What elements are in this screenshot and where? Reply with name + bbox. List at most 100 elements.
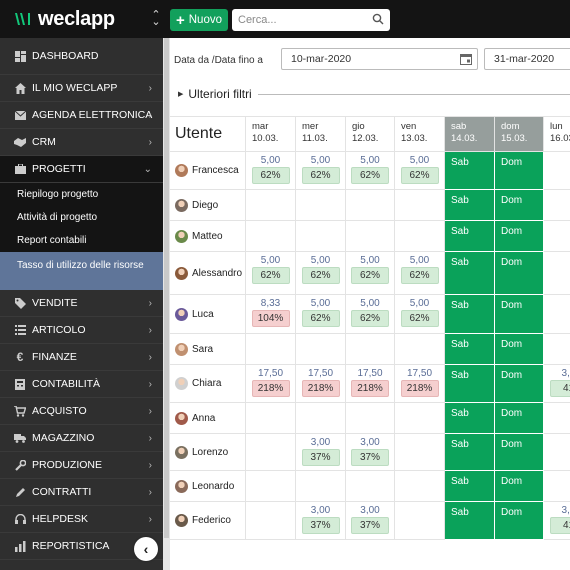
sidebar-item-articolo[interactable]: ARTICOLO › [0,317,164,344]
utilization-cell[interactable] [346,190,395,221]
sidebar-item-agenda-elettronica[interactable]: AGENDA ELETTRONICA › [0,102,164,129]
utilization-cell[interactable]: 5,00 62% [296,152,346,190]
utilization-cell[interactable]: 5,00 62% [296,252,346,295]
calendar-icon[interactable] [460,53,472,65]
date-from-field[interactable]: 10-mar-2020 [281,48,478,70]
utilization-cell[interactable]: 5,00 62% [346,295,395,334]
sidebar-item-contabilita[interactable]: CONTABILITÀ › [0,371,164,398]
table-row-user[interactable]: Francesca [170,152,246,190]
utilization-cell[interactable]: 3,341 [544,502,570,540]
utilization-cell[interactable] [296,471,346,502]
sidebar-item-progetti[interactable]: PROGETTI ⌄ [0,156,164,183]
table-row-user[interactable]: Federico [170,502,246,540]
utilization-cell[interactable] [395,502,445,540]
utilization-cell[interactable]: 5,00 62% [395,152,445,190]
utilization-cell[interactable]: 3,00 37% [346,434,395,471]
hours-value: 5,00 [409,155,430,166]
sidebar-subitem-attivita-di-progetto[interactable]: Attività di progetto [0,206,164,229]
weclapp-logo[interactable]: weclapp [14,8,115,30]
utilization-cell[interactable]: 8,33 104% [246,295,296,334]
table-row-user[interactable]: Alessandro [170,252,246,295]
utilization-cell[interactable] [296,190,346,221]
table-row-user[interactable]: Sara [170,334,246,365]
utilization-cell[interactable]: 17,50 218% [296,365,346,403]
utilization-cell[interactable] [246,221,296,252]
utilization-cell[interactable] [544,152,570,190]
utilization-cell[interactable]: 3,00 37% [296,434,346,471]
utilization-cell[interactable] [395,434,445,471]
utilization-cell[interactable]: 5,00 62% [246,152,296,190]
utilization-cell[interactable] [346,334,395,365]
utilization-cell[interactable]: 5,00 62% [246,252,296,295]
utilization-cell[interactable]: 5,00 62% [395,252,445,295]
utilization-cell[interactable]: 3,00 37% [346,502,395,540]
utilization-cell[interactable] [544,434,570,471]
utilization-cell[interactable] [395,471,445,502]
table-row-user[interactable]: Lorenzo [170,434,246,471]
table-row-user[interactable]: Matteo [170,221,246,252]
sidebar-item-finanze[interactable]: € FINANZE › [0,344,164,371]
utilization-cell[interactable]: 17,50 218% [395,365,445,403]
more-filters-toggle[interactable]: ▶ Ulteriori filtri [178,87,570,101]
utilization-cell[interactable] [544,252,570,295]
table-row-user[interactable]: Anna [170,403,246,434]
table-row-user[interactable]: Chiara [170,365,246,403]
sidebar-item-dashboard[interactable]: DASHBOARD [0,38,164,75]
sidebar-item-contratti[interactable]: CONTRATTI › [0,479,164,506]
search-icon[interactable] [372,13,384,25]
utilization-cell[interactable] [296,221,346,252]
utilization-cell[interactable]: 3,341 [544,365,570,403]
search-input[interactable] [238,14,368,26]
table-row-user[interactable]: Leonardo [170,471,246,502]
utilization-cell[interactable]: 5,00 62% [395,295,445,334]
utilization-cell[interactable]: 5,00 62% [346,152,395,190]
utilization-cell[interactable] [395,403,445,434]
sidebar-item-vendite[interactable]: VENDITE › [0,290,164,317]
collapse-sidebar-button[interactable]: ‹ [134,537,158,561]
utilization-cell[interactable]: 17,50 218% [246,365,296,403]
utilization-cell[interactable] [544,295,570,334]
sidebar-item-magazzino[interactable]: MAGAZZINO › [0,425,164,452]
expand-collapse-icon[interactable]: ⌃ ⌄ [151,10,161,28]
utilization-cell[interactable] [346,221,395,252]
utilization-cell[interactable] [246,190,296,221]
sidebar-subitem-riepilogo-progetto[interactable]: Riepilogo progetto [0,183,164,206]
utilization-cell[interactable] [246,403,296,434]
utilization-cell[interactable]: 5,00 62% [346,252,395,295]
sidebar-item-crm[interactable]: CRM › [0,129,164,156]
utilization-cell[interactable]: 5,00 62% [296,295,346,334]
utilization-cell[interactable] [544,334,570,365]
sidebar-scrollbar-thumb[interactable] [164,38,169,538]
utilization-cell[interactable] [544,471,570,502]
utilization-cell[interactable] [544,190,570,221]
utilization-cell[interactable] [246,502,296,540]
utilization-cell[interactable] [296,334,346,365]
weekend-cell: Sab [445,334,495,365]
utilization-cell[interactable] [395,221,445,252]
table-row-user[interactable]: Luca [170,295,246,334]
sidebar-item-acquisto[interactable]: ACQUISTO › [0,398,164,425]
sidebar-scrollbar[interactable] [163,38,170,570]
table-row-user[interactable]: Diego [170,190,246,221]
utilization-cell[interactable] [395,190,445,221]
utilization-cell[interactable] [246,434,296,471]
sidebar-subitem-report-contabili[interactable]: Report contabili [0,229,164,252]
utilization-cell[interactable] [544,221,570,252]
utilization-cell[interactable] [296,403,346,434]
utilization-cell[interactable]: 3,00 37% [296,502,346,540]
chart-icon [14,540,26,552]
utilization-cell[interactable]: 17,50 218% [346,365,395,403]
date-to-field[interactable]: 31-mar-2020 [484,48,570,70]
calculator-icon [14,378,26,390]
utilization-cell[interactable] [346,471,395,502]
utilization-cell[interactable] [346,403,395,434]
utilization-cell[interactable] [544,403,570,434]
sidebar-item-helpdesk[interactable]: HELPDESK › [0,506,164,533]
new-button[interactable]: + Nuovo [170,9,228,31]
sidebar-item-il-mio-weclapp[interactable]: IL MIO WECLAPP › [0,75,164,102]
sidebar-subitem-tasso-di-utilizzo[interactable]: Tasso di utilizzo delle risorse [0,252,164,290]
utilization-cell[interactable] [246,471,296,502]
utilization-cell[interactable] [246,334,296,365]
sidebar-item-produzione[interactable]: PRODUZIONE › [0,452,164,479]
utilization-cell[interactable] [395,334,445,365]
